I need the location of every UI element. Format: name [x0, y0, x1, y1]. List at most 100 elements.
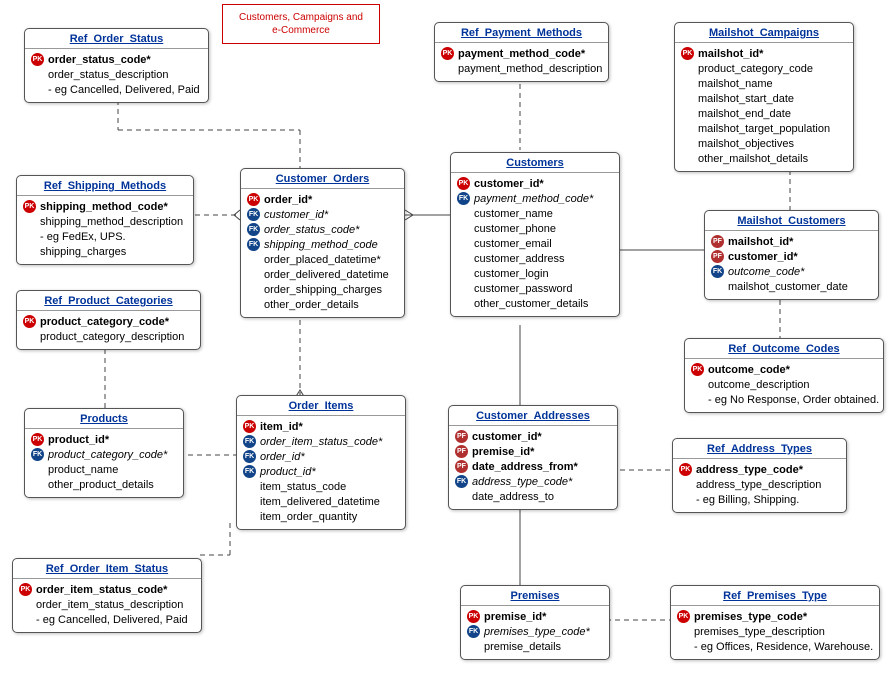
attr-label: item_status_code: [260, 481, 346, 493]
attr-label: premise_id*: [484, 611, 546, 623]
attr-row: PKshipping_method_code*: [23, 199, 187, 214]
pk-icon: PK: [441, 47, 454, 60]
attr-row: other_customer_details: [457, 296, 613, 311]
entity-title: Ref_Order_Item_Status: [13, 559, 201, 579]
pk-icon: PK: [19, 583, 32, 596]
pf-icon: PF: [711, 235, 724, 248]
attr-label: premises_type_description: [694, 626, 825, 638]
entity-ref-order-status: Ref_Order_StatusPKorder_status_code*orde…: [24, 28, 209, 103]
attr-label: premises_type_code*: [484, 626, 590, 638]
attr-label: address_type_code*: [472, 476, 572, 488]
attr-row: PKpremises_type_code*: [677, 609, 873, 624]
attr-label: customer_login: [474, 268, 549, 280]
fk-icon: FK: [455, 475, 468, 488]
attr-label: product_id*: [48, 434, 109, 446]
attr-label: shipping_method_code*: [40, 201, 168, 213]
entity-ref-address-types: Ref_Address_TypesPKaddress_type_code*add…: [672, 438, 847, 513]
attr-row: customer_login: [457, 266, 613, 281]
attr-label: date_address_to: [472, 491, 554, 503]
entity-title: Ref_Outcome_Codes: [685, 339, 883, 359]
no-key-spacer: [457, 252, 470, 265]
attr-label: customer_email: [474, 238, 552, 250]
attr-label: outcome_code*: [728, 266, 804, 278]
attr-row: mailshot_objectives: [681, 136, 847, 151]
attr-row: PKmailshot_id*: [681, 46, 847, 61]
attr-row: order_shipping_charges: [247, 282, 398, 297]
no-key-spacer: [681, 77, 694, 90]
entity-attrs: PKpremises_type_code* premises_type_descr…: [671, 606, 879, 659]
entity-customer-orders: Customer_OrdersPKorder_id*FKcustomer_id*…: [240, 168, 405, 318]
attr-row: item_delivered_datetime: [243, 494, 399, 509]
entity-title: Ref_Order_Status: [25, 29, 208, 49]
attr-row: PKcustomer_id*: [457, 176, 613, 191]
no-key-spacer: [243, 510, 256, 523]
attr-row: PKorder_status_code*: [31, 52, 202, 67]
attr-row: other_order_details: [247, 297, 398, 312]
fk-icon: FK: [247, 238, 260, 251]
pf-icon: PF: [455, 445, 468, 458]
attr-row: PKorder_id*: [247, 192, 398, 207]
attr-label: other_customer_details: [474, 298, 588, 310]
entity-attrs: PKaddress_type_code*address_type_descrip…: [673, 459, 846, 512]
attr-label: - eg Offices, Residence, Warehouse.: [694, 641, 873, 653]
no-key-spacer: [681, 122, 694, 135]
no-key-spacer: [681, 152, 694, 165]
attr-label: - eg Cancelled, Delivered, Paid: [36, 614, 188, 626]
attr-row: - eg Billing, Shipping.: [679, 492, 840, 507]
attr-row: order_placed_datetime*: [247, 252, 398, 267]
attr-row: mailshot_start_date: [681, 91, 847, 106]
no-key-spacer: [677, 625, 690, 638]
attr-row: PKorder_item_status_code*: [19, 582, 195, 597]
no-key-spacer: [455, 490, 468, 503]
entity-title: Premises: [461, 586, 609, 606]
no-key-spacer: [467, 640, 480, 653]
no-key-spacer: [23, 230, 36, 243]
entity-attrs: PKpremise_id*FKpremises_type_code*premis…: [461, 606, 609, 659]
fk-icon: FK: [247, 223, 260, 236]
no-key-spacer: [247, 268, 260, 281]
no-key-spacer: [23, 245, 36, 258]
entity-attrs: PKorder_status_code*order_status_descrip…: [25, 49, 208, 102]
attr-row: premise_details: [467, 639, 603, 654]
fk-icon: FK: [247, 208, 260, 221]
attr-label: payment_method_code*: [458, 48, 585, 60]
fk-icon: FK: [467, 625, 480, 638]
attr-label: premises_type_code*: [694, 611, 807, 623]
entity-mailshot-campaigns: Mailshot_CampaignsPKmailshot_id*product_…: [674, 22, 854, 172]
entity-attrs: PKproduct_id*FKproduct_category_code*pro…: [25, 429, 183, 497]
attr-label: - eg Billing, Shipping.: [696, 494, 799, 506]
entity-title: Ref_Payment_Methods: [435, 23, 608, 43]
attr-row: FKproduct_id*: [243, 464, 399, 479]
attr-label: order_placed_datetime*: [264, 254, 381, 266]
no-key-spacer: [31, 463, 44, 476]
attr-row: FKproduct_category_code*: [31, 447, 177, 462]
attr-label: mailshot_end_date: [698, 108, 791, 120]
attr-row: item_status_code: [243, 479, 399, 494]
attr-label: order_id*: [264, 194, 312, 206]
attr-row: PKoutcome_code*: [691, 362, 877, 377]
entity-ref-order-item-status: Ref_Order_Item_StatusPKorder_item_status…: [12, 558, 202, 633]
entity-attrs: PFcustomer_id*PFpremise_id*PFdate_addres…: [449, 426, 617, 509]
attr-label: address_type_description: [696, 479, 821, 491]
entity-title: Order_Items: [237, 396, 405, 416]
no-key-spacer: [23, 330, 36, 343]
attr-row: item_order_quantity: [243, 509, 399, 524]
entity-title: Ref_Premises_Type: [671, 586, 879, 606]
attr-row: PKpremise_id*: [467, 609, 603, 624]
attr-label: other_order_details: [264, 299, 359, 311]
attr-row: mailshot_end_date: [681, 106, 847, 121]
no-key-spacer: [243, 495, 256, 508]
no-key-spacer: [691, 393, 704, 406]
attr-label: product_category_description: [40, 331, 184, 343]
no-key-spacer: [679, 493, 692, 506]
attr-row: customer_address: [457, 251, 613, 266]
attr-label: order_shipping_charges: [264, 284, 382, 296]
no-key-spacer: [457, 297, 470, 310]
entity-title: Ref_Shipping_Methods: [17, 176, 193, 196]
entity-attrs: PKorder_item_status_code*order_item_stat…: [13, 579, 201, 632]
no-key-spacer: [19, 613, 32, 626]
attr-row: mailshot_name: [681, 76, 847, 91]
attr-label: mailshot_id*: [728, 236, 793, 248]
attr-row: PFcustomer_id*: [455, 429, 611, 444]
attr-row: premises_type_description: [677, 624, 873, 639]
